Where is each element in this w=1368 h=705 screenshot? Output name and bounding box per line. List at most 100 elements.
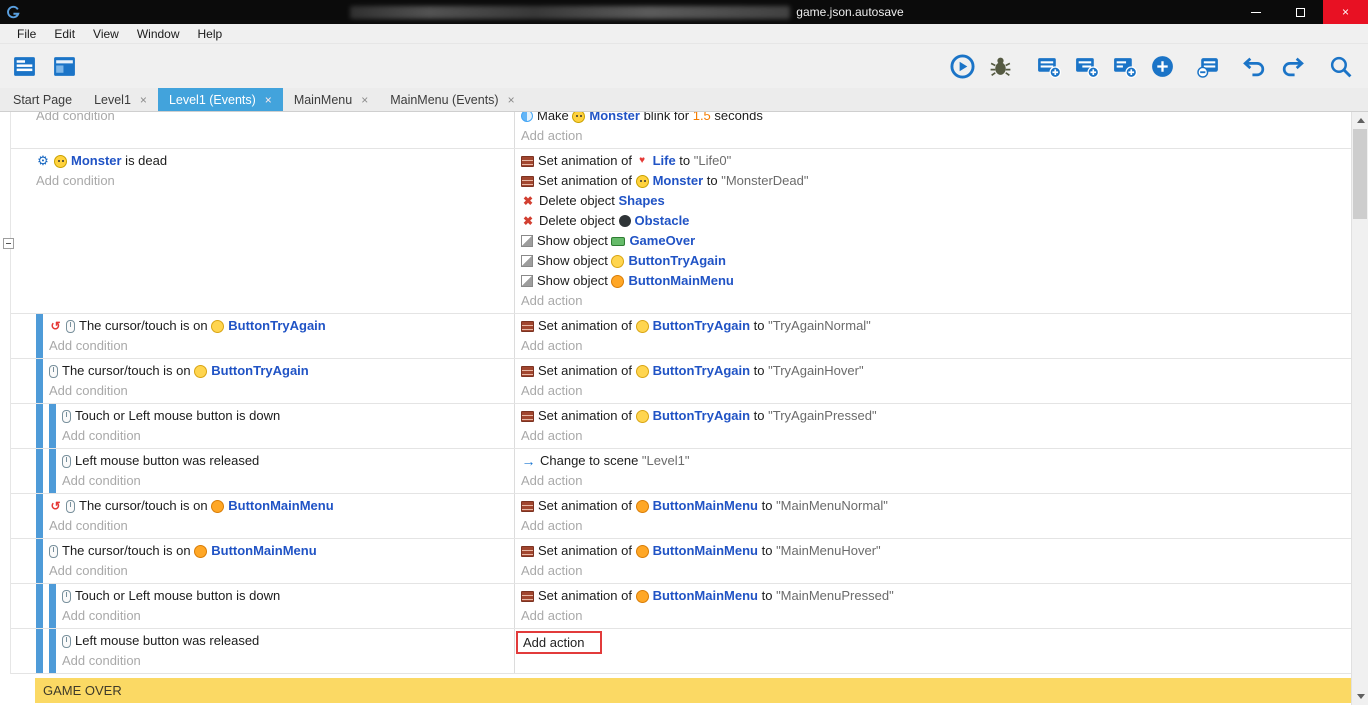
tab-level1-events[interactable]: Level1 (Events)×: [158, 88, 283, 111]
action-line[interactable]: Set animation of Monster to "MonsterDead…: [521, 171, 1351, 191]
action-line[interactable]: ✖Delete object Shapes: [521, 191, 1351, 211]
add-condition-button[interactable]: Add condition: [62, 651, 514, 671]
event-text: seconds: [711, 112, 763, 126]
search-icon[interactable]: [1324, 50, 1356, 82]
scene-editor-icon[interactable]: [48, 50, 80, 82]
tab-label: MainMenu (Events): [390, 93, 498, 107]
add-action-button[interactable]: Add action: [521, 516, 1351, 536]
maximize-button[interactable]: [1278, 0, 1323, 24]
menu-view[interactable]: View: [84, 27, 128, 41]
add-event-icon[interactable]: [1032, 50, 1064, 82]
action-line[interactable]: Show object ButtonTryAgain: [521, 251, 1351, 271]
condition-line[interactable]: Left mouse button was released: [62, 451, 514, 471]
tab-start-page[interactable]: Start Page: [2, 88, 83, 111]
action-line[interactable]: Make Monster blink for 1.5 seconds: [521, 112, 1351, 126]
debug-icon[interactable]: [984, 50, 1016, 82]
collapse-event-icon[interactable]: [3, 238, 14, 249]
project-manager-icon[interactable]: [8, 50, 40, 82]
event-text: The cursor/touch is on: [62, 361, 194, 381]
action-line[interactable]: Set animation of ButtonTryAgain to "TryA…: [521, 361, 1351, 381]
event-row: Touch or Left mouse button is downAdd co…: [11, 584, 1351, 629]
action-line[interactable]: Set animation of ButtonTryAgain to "TryA…: [521, 406, 1351, 426]
add-action-button[interactable]: Add action: [521, 471, 1351, 491]
event-text: Monster: [589, 112, 640, 126]
event-text: Set animation of: [538, 541, 636, 561]
tab-level1[interactable]: Level1×: [83, 88, 158, 111]
mouse-icon: [66, 500, 75, 513]
conditions-cell: Touch or Left mouse button is downAdd co…: [62, 584, 514, 628]
comment-row[interactable]: GAME OVER: [35, 678, 1351, 703]
add-action-button[interactable]: Add action: [521, 426, 1351, 446]
event-text: Change to scene: [540, 451, 642, 471]
menu-file[interactable]: File: [8, 27, 45, 41]
menu-help[interactable]: Help: [189, 27, 232, 41]
event-indent-bar: [49, 404, 56, 448]
scrollbar-thumb[interactable]: [1353, 129, 1367, 219]
add-action-button[interactable]: Add action: [521, 291, 1351, 311]
action-line[interactable]: Set animation of ButtonMainMenu to "Main…: [521, 496, 1351, 516]
add-condition-button[interactable]: Add condition: [49, 336, 514, 356]
add-action-button-highlighted[interactable]: Add action: [516, 631, 602, 654]
action-line[interactable]: Set animation of ♥Life to "Life0": [521, 151, 1351, 171]
preview-play-icon[interactable]: [946, 50, 978, 82]
add-action-button[interactable]: Add action: [521, 126, 1351, 146]
tab-mainmenu[interactable]: MainMenu×: [283, 88, 379, 111]
add-action-button[interactable]: Add action: [521, 561, 1351, 581]
event-text: The cursor/touch is on: [79, 316, 211, 336]
add-comment-icon[interactable]: [1108, 50, 1140, 82]
add-condition-button[interactable]: Add condition: [49, 561, 514, 581]
actions-cell: Set animation of ButtonTryAgain to "TryA…: [514, 359, 1351, 403]
undo-icon[interactable]: [1238, 50, 1270, 82]
add-condition-button[interactable]: Add condition: [36, 112, 514, 126]
minimize-button[interactable]: [1233, 0, 1278, 24]
add-condition-button[interactable]: Add condition: [49, 516, 514, 536]
event-text: Set animation of: [538, 586, 636, 606]
conditions-cell: The cursor/touch is on ButtonMainMenuAdd…: [49, 539, 514, 583]
action-line[interactable]: Show object ButtonMainMenu: [521, 271, 1351, 291]
add-condition-button[interactable]: Add condition: [36, 171, 514, 191]
scroll-down-icon[interactable]: [1352, 688, 1368, 705]
add-action-button[interactable]: Add action: [521, 381, 1351, 401]
action-line[interactable]: Show object GameOver: [521, 231, 1351, 251]
tab-mainmenu-events[interactable]: MainMenu (Events) ×: [379, 88, 525, 111]
gear-icon: ⚙: [36, 151, 50, 171]
action-line[interactable]: →Change to scene "Level1": [521, 451, 1351, 471]
tab-close-icon[interactable]: ×: [361, 93, 368, 107]
add-sub-event-icon[interactable]: [1070, 50, 1102, 82]
button-yellow-icon: [636, 410, 649, 423]
condition-line[interactable]: Left mouse button was released: [62, 631, 514, 651]
toggle-disabled-icon[interactable]: [1192, 50, 1224, 82]
titlebar: game.json.autosave ×: [0, 0, 1368, 24]
close-button[interactable]: ×: [1323, 0, 1368, 24]
add-other-event-icon[interactable]: [1146, 50, 1178, 82]
event-text: "TryAgainHover": [768, 361, 863, 381]
condition-line[interactable]: ↺The cursor/touch is on ButtonMainMenu: [49, 496, 514, 516]
action-line[interactable]: Set animation of ButtonTryAgain to "TryA…: [521, 316, 1351, 336]
condition-line[interactable]: ⚙Monster is dead: [36, 151, 514, 171]
redo-icon[interactable]: [1276, 50, 1308, 82]
scroll-up-icon[interactable]: [1352, 112, 1368, 129]
add-condition-button[interactable]: Add condition: [49, 381, 514, 401]
action-line[interactable]: Set animation of ButtonMainMenu to "Main…: [521, 541, 1351, 561]
condition-line[interactable]: The cursor/touch is on ButtonMainMenu: [49, 541, 514, 561]
add-condition-button[interactable]: Add condition: [62, 606, 514, 626]
event-text: to: [758, 586, 776, 606]
action-line[interactable]: ✖Delete object Obstacle: [521, 211, 1351, 231]
tab-close-icon[interactable]: ×: [265, 93, 272, 107]
condition-line[interactable]: Touch or Left mouse button is down: [62, 586, 514, 606]
tab-close-icon[interactable]: ×: [508, 93, 515, 107]
add-condition-button[interactable]: Add condition: [62, 471, 514, 491]
add-condition-button[interactable]: Add condition: [62, 426, 514, 446]
condition-line[interactable]: ↺The cursor/touch is on ButtonTryAgain: [49, 316, 514, 336]
add-action-button[interactable]: Add action: [521, 606, 1351, 626]
event-text: "Life0": [694, 151, 731, 171]
event-text: Show object: [537, 251, 611, 271]
tab-close-icon[interactable]: ×: [140, 93, 147, 107]
menu-window[interactable]: Window: [128, 27, 189, 41]
condition-line[interactable]: The cursor/touch is on ButtonTryAgain: [49, 361, 514, 381]
action-line[interactable]: Set animation of ButtonMainMenu to "Main…: [521, 586, 1351, 606]
condition-line[interactable]: Touch or Left mouse button is down: [62, 406, 514, 426]
menu-edit[interactable]: Edit: [45, 27, 84, 41]
minimize-icon: [1251, 12, 1261, 13]
add-action-button[interactable]: Add action: [521, 336, 1351, 356]
